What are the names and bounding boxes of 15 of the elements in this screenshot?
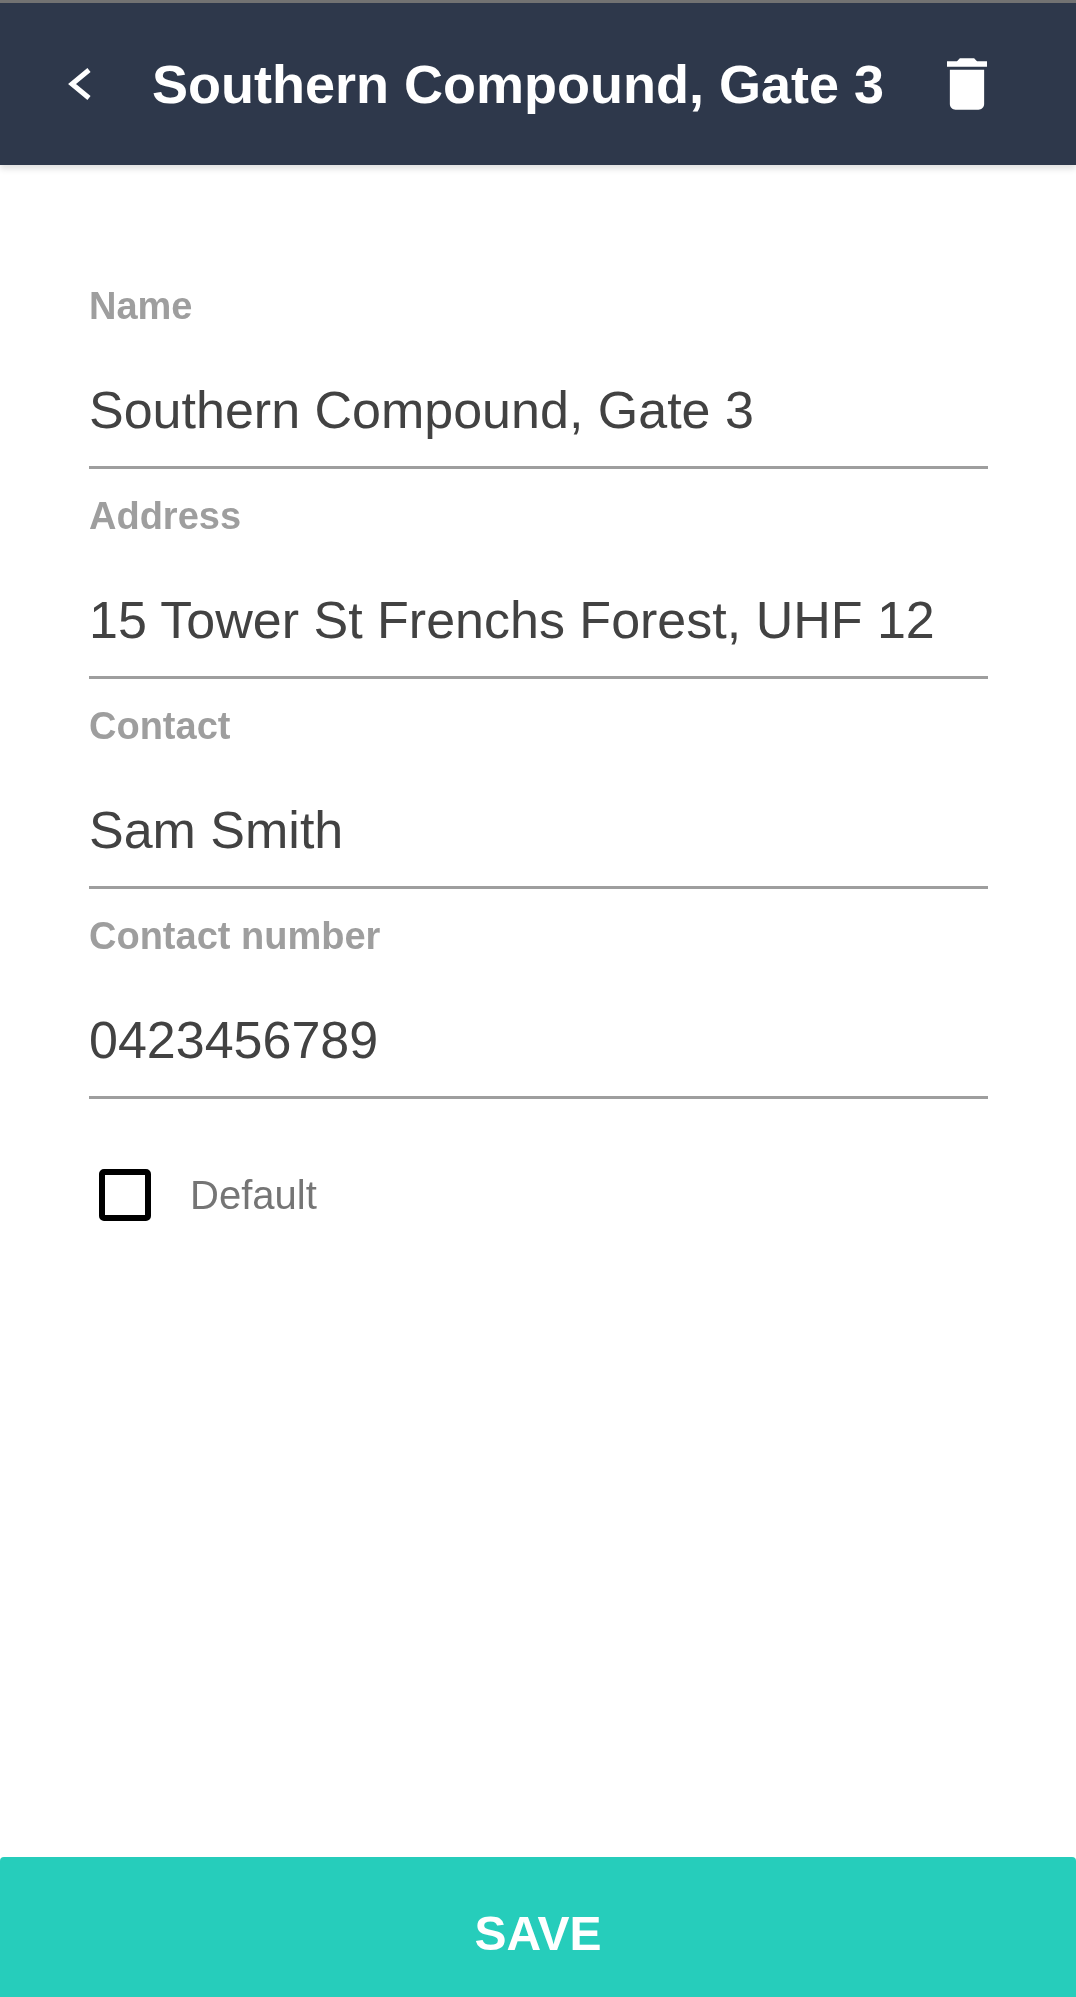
checkbox[interactable] <box>99 1169 151 1221</box>
back-button[interactable] <box>67 67 93 101</box>
input-field[interactable]: 0423456789 <box>89 958 988 1099</box>
field-label: Name <box>89 284 194 328</box>
delete-button[interactable] <box>947 58 987 110</box>
field-label: Contact number <box>89 914 382 958</box>
checkbox-label: Default <box>190 1172 317 1219</box>
page-title: Southern Compound, Gate 3 <box>152 53 884 116</box>
field-label: Address <box>89 494 243 538</box>
chevron-left-icon <box>67 67 93 101</box>
field-label: Contact <box>89 704 232 748</box>
input-field[interactable]: Sam Smith <box>89 748 988 889</box>
input-field[interactable]: Southern Compound, Gate 3 <box>89 328 988 469</box>
trash-icon <box>947 58 987 110</box>
input-field[interactable]: 15 Tower St Frenchs Forest, UHF 12 <box>89 538 988 679</box>
